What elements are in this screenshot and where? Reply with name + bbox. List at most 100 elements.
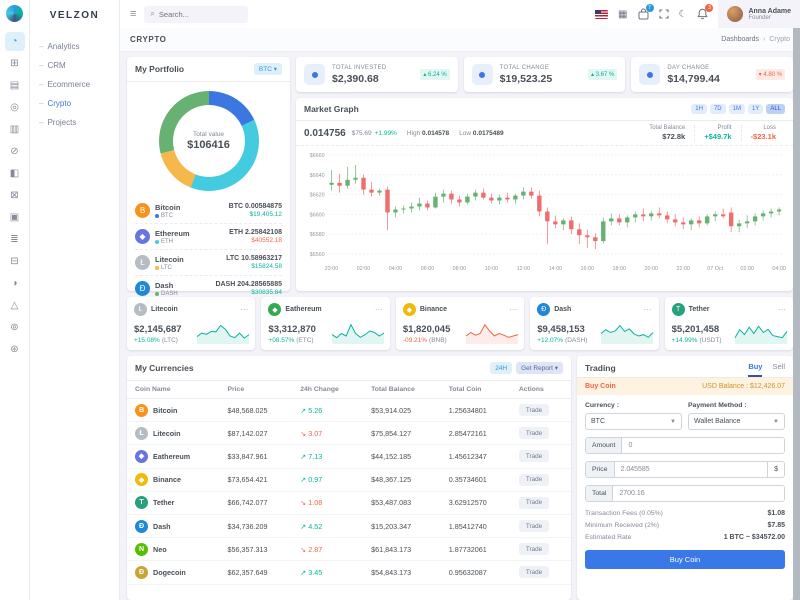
column-header[interactable]: Coin Name [127, 381, 220, 399]
portfolio-coin-row[interactable]: ◆ Ethereum ETH ETH 2.25842108 $40552.18 [135, 223, 282, 249]
trade-button[interactable]: Trade [518, 450, 550, 463]
more-options-icon[interactable]: ⋯ [375, 305, 383, 314]
nav-dashboards-icon[interactable]: ◔ [4, 32, 25, 51]
timeframe-7d-button[interactable]: 7D [709, 104, 726, 114]
market-change: +1.99% [374, 129, 397, 137]
sidebar-item-crm[interactable]: – CRM [30, 56, 119, 75]
scrollbar[interactable] [793, 28, 800, 600]
trade-button[interactable]: Trade [518, 566, 550, 579]
more-options-icon[interactable]: ⋯ [778, 305, 786, 314]
user-avatar [727, 6, 744, 22]
more-options-icon[interactable]: ⋯ [509, 305, 517, 314]
coin-card-eathereum[interactable]: ◆ Eathereum ⋯ $3,312,870 +08.57% (ETC) [261, 297, 390, 350]
apps-grid-icon[interactable]: ▦ [618, 9, 627, 20]
price-label: Price [586, 462, 615, 477]
get-report-button[interactable]: Get Report ▾ [516, 362, 563, 374]
stat-badge: ▾ 4.80 % [755, 69, 786, 80]
trade-button[interactable]: Trade [518, 427, 550, 440]
table-row: Ł Litecoin $87,142.027 ↘ 3.07 $75,854.127 2.8… [127, 421, 571, 446]
market-graph-title: Market Graph [304, 104, 359, 114]
payment-method-select[interactable]: Wallet Balance ▼ [688, 413, 785, 430]
tab-buy[interactable]: Buy [748, 362, 763, 377]
nav-advance-ui-icon[interactable]: ◧ [5, 164, 25, 183]
svg-text:04:00: 04:00 [772, 266, 785, 272]
price-input[interactable] [614, 462, 768, 477]
timeframe-1h-button[interactable]: 1H [691, 104, 707, 114]
currency-select[interactable]: BTC ▼ [585, 413, 682, 430]
nav-forms-icon[interactable]: ▣ [5, 208, 25, 227]
nav-widgets-icon[interactable]: ⊠ [5, 186, 25, 205]
sidebar-item-crypto[interactable]: – Crypto [30, 94, 119, 113]
trade-button[interactable]: Trade [518, 404, 550, 417]
portfolio-coin-row[interactable]: B Bitcoin BTC BTC 0.00584875 $19,405.12 [135, 198, 282, 223]
column-header[interactable]: Total Balance [363, 381, 441, 399]
range-24h-button[interactable]: 24H [490, 362, 513, 374]
more-options-icon[interactable]: ⋯ [240, 305, 248, 314]
column-header[interactable]: 24h Change [292, 381, 364, 399]
notifications-bell-icon[interactable]: 3 [697, 4, 714, 20]
nav-charts-icon[interactable]: ⊟ [5, 252, 25, 271]
dark-mode-moon-icon[interactable]: ☾ [679, 9, 688, 20]
total-input[interactable] [613, 486, 784, 501]
currency-label: Currency : [585, 402, 619, 409]
coin-card-litecoin[interactable]: Ł Litecoin ⋯ $2,145,687 +15.08% (LTC) [127, 297, 256, 350]
svg-text:07 Oct: 07 Oct [707, 266, 723, 272]
trade-button[interactable]: Trade [518, 520, 550, 533]
timeframe-all-button[interactable]: ALL [766, 104, 785, 114]
coin-card-dash[interactable]: Đ Dash ⋯ $9,458,153 +12.07% (DASH) [530, 297, 659, 350]
nav-tables-icon[interactable]: ≣ [5, 230, 25, 249]
nav-multilevel-icon[interactable]: ⊚ [5, 318, 25, 337]
buy-coin-button[interactable]: Buy Coin [585, 550, 785, 569]
sidebar-item-ecommerce[interactable]: – Ecommerce [30, 75, 119, 94]
trade-button[interactable]: Trade [518, 496, 550, 509]
column-header[interactable]: Total Coin [440, 381, 511, 399]
user-menu[interactable]: Anna Adame Founder [718, 0, 800, 28]
fullscreen-icon[interactable] [658, 9, 669, 19]
sidebar-item-analytics[interactable]: – Analytics [30, 37, 119, 56]
trade-button[interactable]: Trade [518, 473, 550, 486]
tab-sell[interactable]: Sell [772, 362, 785, 377]
svg-text:20:00: 20:00 [644, 266, 657, 272]
ticker-dot-icon [155, 265, 159, 270]
search-input[interactable] [158, 9, 239, 19]
sparkline-chart [600, 324, 653, 344]
payment-method-label: Payment Method : [688, 402, 747, 409]
notifications-badge: 3 [705, 4, 714, 12]
user-role: Founder [748, 14, 771, 21]
nav-maps-icon[interactable]: △ [5, 296, 25, 315]
nav-layouts-icon[interactable]: ▤ [5, 76, 25, 95]
rail-nav: ◔ ⊞ ▤ ◎ ▥ ⊘ ◧ ⊠ ▣ ≣ ⊟ ◑ △ ⊚ ⊛ [4, 32, 25, 362]
trade-button[interactable]: Trade [518, 543, 550, 556]
nav-components-icon[interactable]: ⊛ [5, 340, 25, 359]
brand-logo-icon[interactable] [6, 5, 23, 22]
timeframe-1y-button[interactable]: 1Y [747, 104, 764, 114]
breadcrumb-dashboards[interactable]: Dashboards [721, 36, 759, 43]
column-header[interactable]: Price [219, 381, 293, 399]
hamburger-icon[interactable]: ≡ [130, 8, 136, 20]
my-currencies-card: My Currencies 24H Get Report ▾ Coin Name… [127, 356, 571, 600]
cart-icon[interactable]: 7 [638, 4, 654, 20]
nav-icons-icon[interactable]: ◑ [5, 274, 25, 293]
coin-card-tether[interactable]: T Tether ⋯ $5,201,458 +14.99% (USDT) [664, 297, 794, 350]
timeframe-1m-button[interactable]: 1M [728, 104, 745, 114]
nav-apps-icon[interactable]: ⊞ [5, 54, 25, 73]
svg-text:02:00: 02:00 [357, 266, 370, 272]
coin-card-binance[interactable]: ◆ Binance ⋯ $1,820,045 -09.21% (BNB) [395, 297, 525, 350]
portfolio-currency-select[interactable]: BTC ▾ [253, 63, 282, 75]
language-flag-icon[interactable] [595, 9, 609, 19]
search-box: ⌕ [144, 5, 249, 23]
amount-input[interactable] [622, 438, 784, 453]
table-row: B Bitcoin $48,568.025 ↗ 5.26 $53,914.025 1.25… [127, 398, 571, 423]
column-header[interactable]: Actions [510, 381, 571, 399]
sidebar-item-projects[interactable]: – Projects [30, 113, 119, 132]
dash-icon: – [39, 42, 44, 51]
svg-text:18:00: 18:00 [613, 266, 626, 272]
litecoin-icon: Ł [134, 303, 147, 316]
nav-pages-icon[interactable]: ◎ [5, 98, 25, 117]
nav-base-ui-icon[interactable]: ⊘ [5, 142, 25, 161]
nav-landing-icon[interactable]: ▥ [5, 120, 25, 139]
more-options-icon[interactable]: ⋯ [644, 305, 652, 314]
bitcoin-icon: B [135, 403, 148, 417]
portfolio-coin-row[interactable]: Ł Litecoin LTC LTC 10.58963217 $15824.58 [135, 249, 282, 275]
market-price: 0.014756 [304, 127, 346, 139]
